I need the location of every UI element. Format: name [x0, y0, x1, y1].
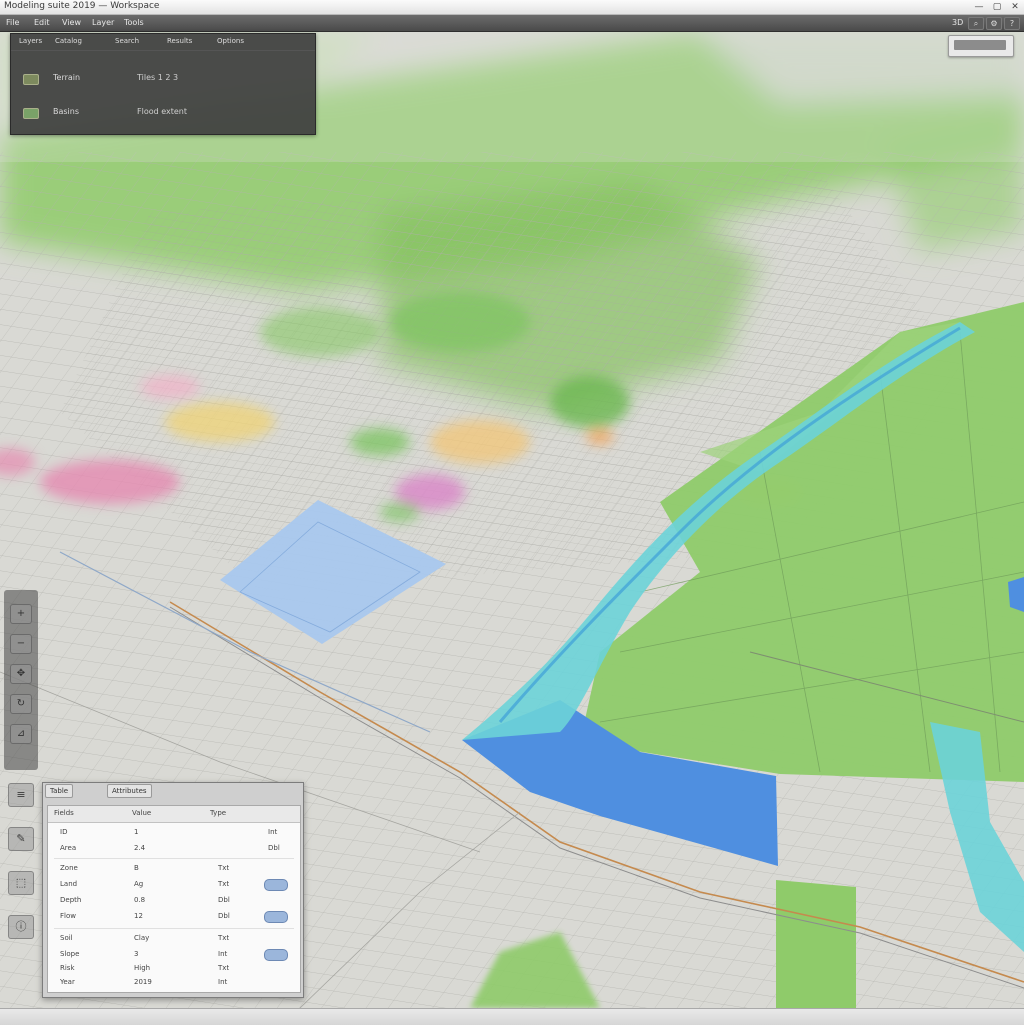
table-row[interactable]: Zone B Txt: [48, 862, 300, 875]
table-row[interactable]: Risk High Txt: [48, 962, 300, 975]
layers-icon[interactable]: ≡: [8, 783, 34, 807]
window-title-bar: Modeling suite 2019 — Workspace — ▢ ✕: [0, 0, 1024, 15]
menu-layer[interactable]: Layer: [92, 17, 114, 28]
maximize-button[interactable]: ▢: [990, 2, 1004, 12]
row-separator: [54, 858, 294, 859]
table-row[interactable]: Slope 3 Int: [48, 948, 300, 961]
view-mode-label[interactable]: 3D: [952, 17, 963, 28]
toggle-pill[interactable]: [264, 911, 288, 923]
menu-edit[interactable]: Edit: [34, 17, 50, 28]
toggle-pill[interactable]: [264, 949, 288, 961]
column-header-value[interactable]: Value: [132, 809, 151, 817]
table-row[interactable]: Land Ag Txt: [48, 878, 300, 891]
map-search-box[interactable]: [948, 35, 1014, 57]
table-row[interactable]: Depth 0.8 Dbl: [48, 894, 300, 907]
menu-file[interactable]: File: [6, 17, 19, 28]
layer-swatch: [23, 108, 39, 119]
attribute-table-tabs: Table Attributes: [43, 783, 303, 799]
close-button[interactable]: ✕: [1008, 2, 1022, 12]
help-icon[interactable]: ?: [1004, 17, 1020, 30]
search-icon[interactable]: ⌕: [968, 17, 984, 30]
layer-value: Tiles 1 2 3: [137, 73, 179, 82]
table-row[interactable]: Flow 12 Dbl: [48, 910, 300, 923]
table-row[interactable]: Year 2019 Int: [48, 976, 300, 989]
main-toolbar: File Edit View Layer Tools 3D ⌕ ⚙ ?: [0, 15, 1024, 32]
pan-icon[interactable]: ✥: [10, 664, 32, 684]
tab-table[interactable]: Table: [45, 784, 74, 798]
column-header-fields[interactable]: Fields: [54, 809, 74, 817]
layer-swatch: [23, 74, 39, 85]
column-header-type[interactable]: Type: [210, 809, 226, 817]
vegetation-parcel-south: [776, 880, 856, 1008]
layer-panel-tabs: Layers Catalog Search Results Options: [11, 34, 315, 51]
table-row[interactable]: ID 1 Int: [48, 826, 300, 839]
menu-tools[interactable]: Tools: [124, 17, 144, 28]
attribute-table-dialog: Table Attributes Fields Value Type ID 1 In…: [42, 782, 304, 998]
tab-search[interactable]: Search: [115, 37, 139, 45]
table-row[interactable]: Soil Clay Txt: [48, 932, 300, 945]
window-title: Modeling suite 2019 — Workspace: [4, 1, 160, 11]
analysis-toolstrip: ≡ ✎ ⬚ ⓘ: [2, 775, 40, 975]
layer-row-basins[interactable]: Basins Flood extent: [17, 106, 309, 120]
menu-view[interactable]: View: [62, 17, 81, 28]
attribute-table-header: Fields Value Type: [48, 806, 300, 823]
rotate-icon[interactable]: ↻: [10, 694, 32, 714]
toggle-pill[interactable]: [264, 879, 288, 891]
zoom-out-icon[interactable]: −: [10, 634, 32, 654]
attribute-table: Fields Value Type ID 1 Int Area 2.4 Dbl Zone…: [47, 805, 301, 993]
tab-catalog[interactable]: Catalog: [55, 37, 82, 45]
tab-results[interactable]: Results: [167, 37, 192, 45]
tab-attributes[interactable]: Attributes: [107, 784, 152, 798]
zoom-in-icon[interactable]: +: [10, 604, 32, 624]
status-bar: [0, 1008, 1024, 1025]
minimize-button[interactable]: —: [972, 2, 986, 12]
layer-name: Terrain: [53, 73, 81, 82]
map-toolstrip: + − ✥ ↻ ⊿: [4, 590, 38, 770]
table-row[interactable]: Area 2.4 Dbl: [48, 842, 300, 855]
select-icon[interactable]: ⬚: [8, 871, 34, 895]
draw-icon[interactable]: ✎: [8, 827, 34, 851]
layer-row-terrain[interactable]: Terrain Tiles 1 2 3: [17, 72, 309, 86]
layer-name: Basins: [53, 107, 80, 116]
measure-icon[interactable]: ⊿: [10, 724, 32, 744]
tab-layers[interactable]: Layers: [19, 37, 42, 45]
settings-icon[interactable]: ⚙: [986, 17, 1002, 30]
layer-panel: Layers Catalog Search Results Options Te…: [10, 33, 316, 135]
identify-icon[interactable]: ⓘ: [8, 915, 34, 939]
row-separator: [54, 928, 294, 929]
layer-value: Flood extent: [137, 107, 188, 116]
search-input[interactable]: [954, 40, 1006, 50]
tab-options[interactable]: Options: [217, 37, 244, 45]
